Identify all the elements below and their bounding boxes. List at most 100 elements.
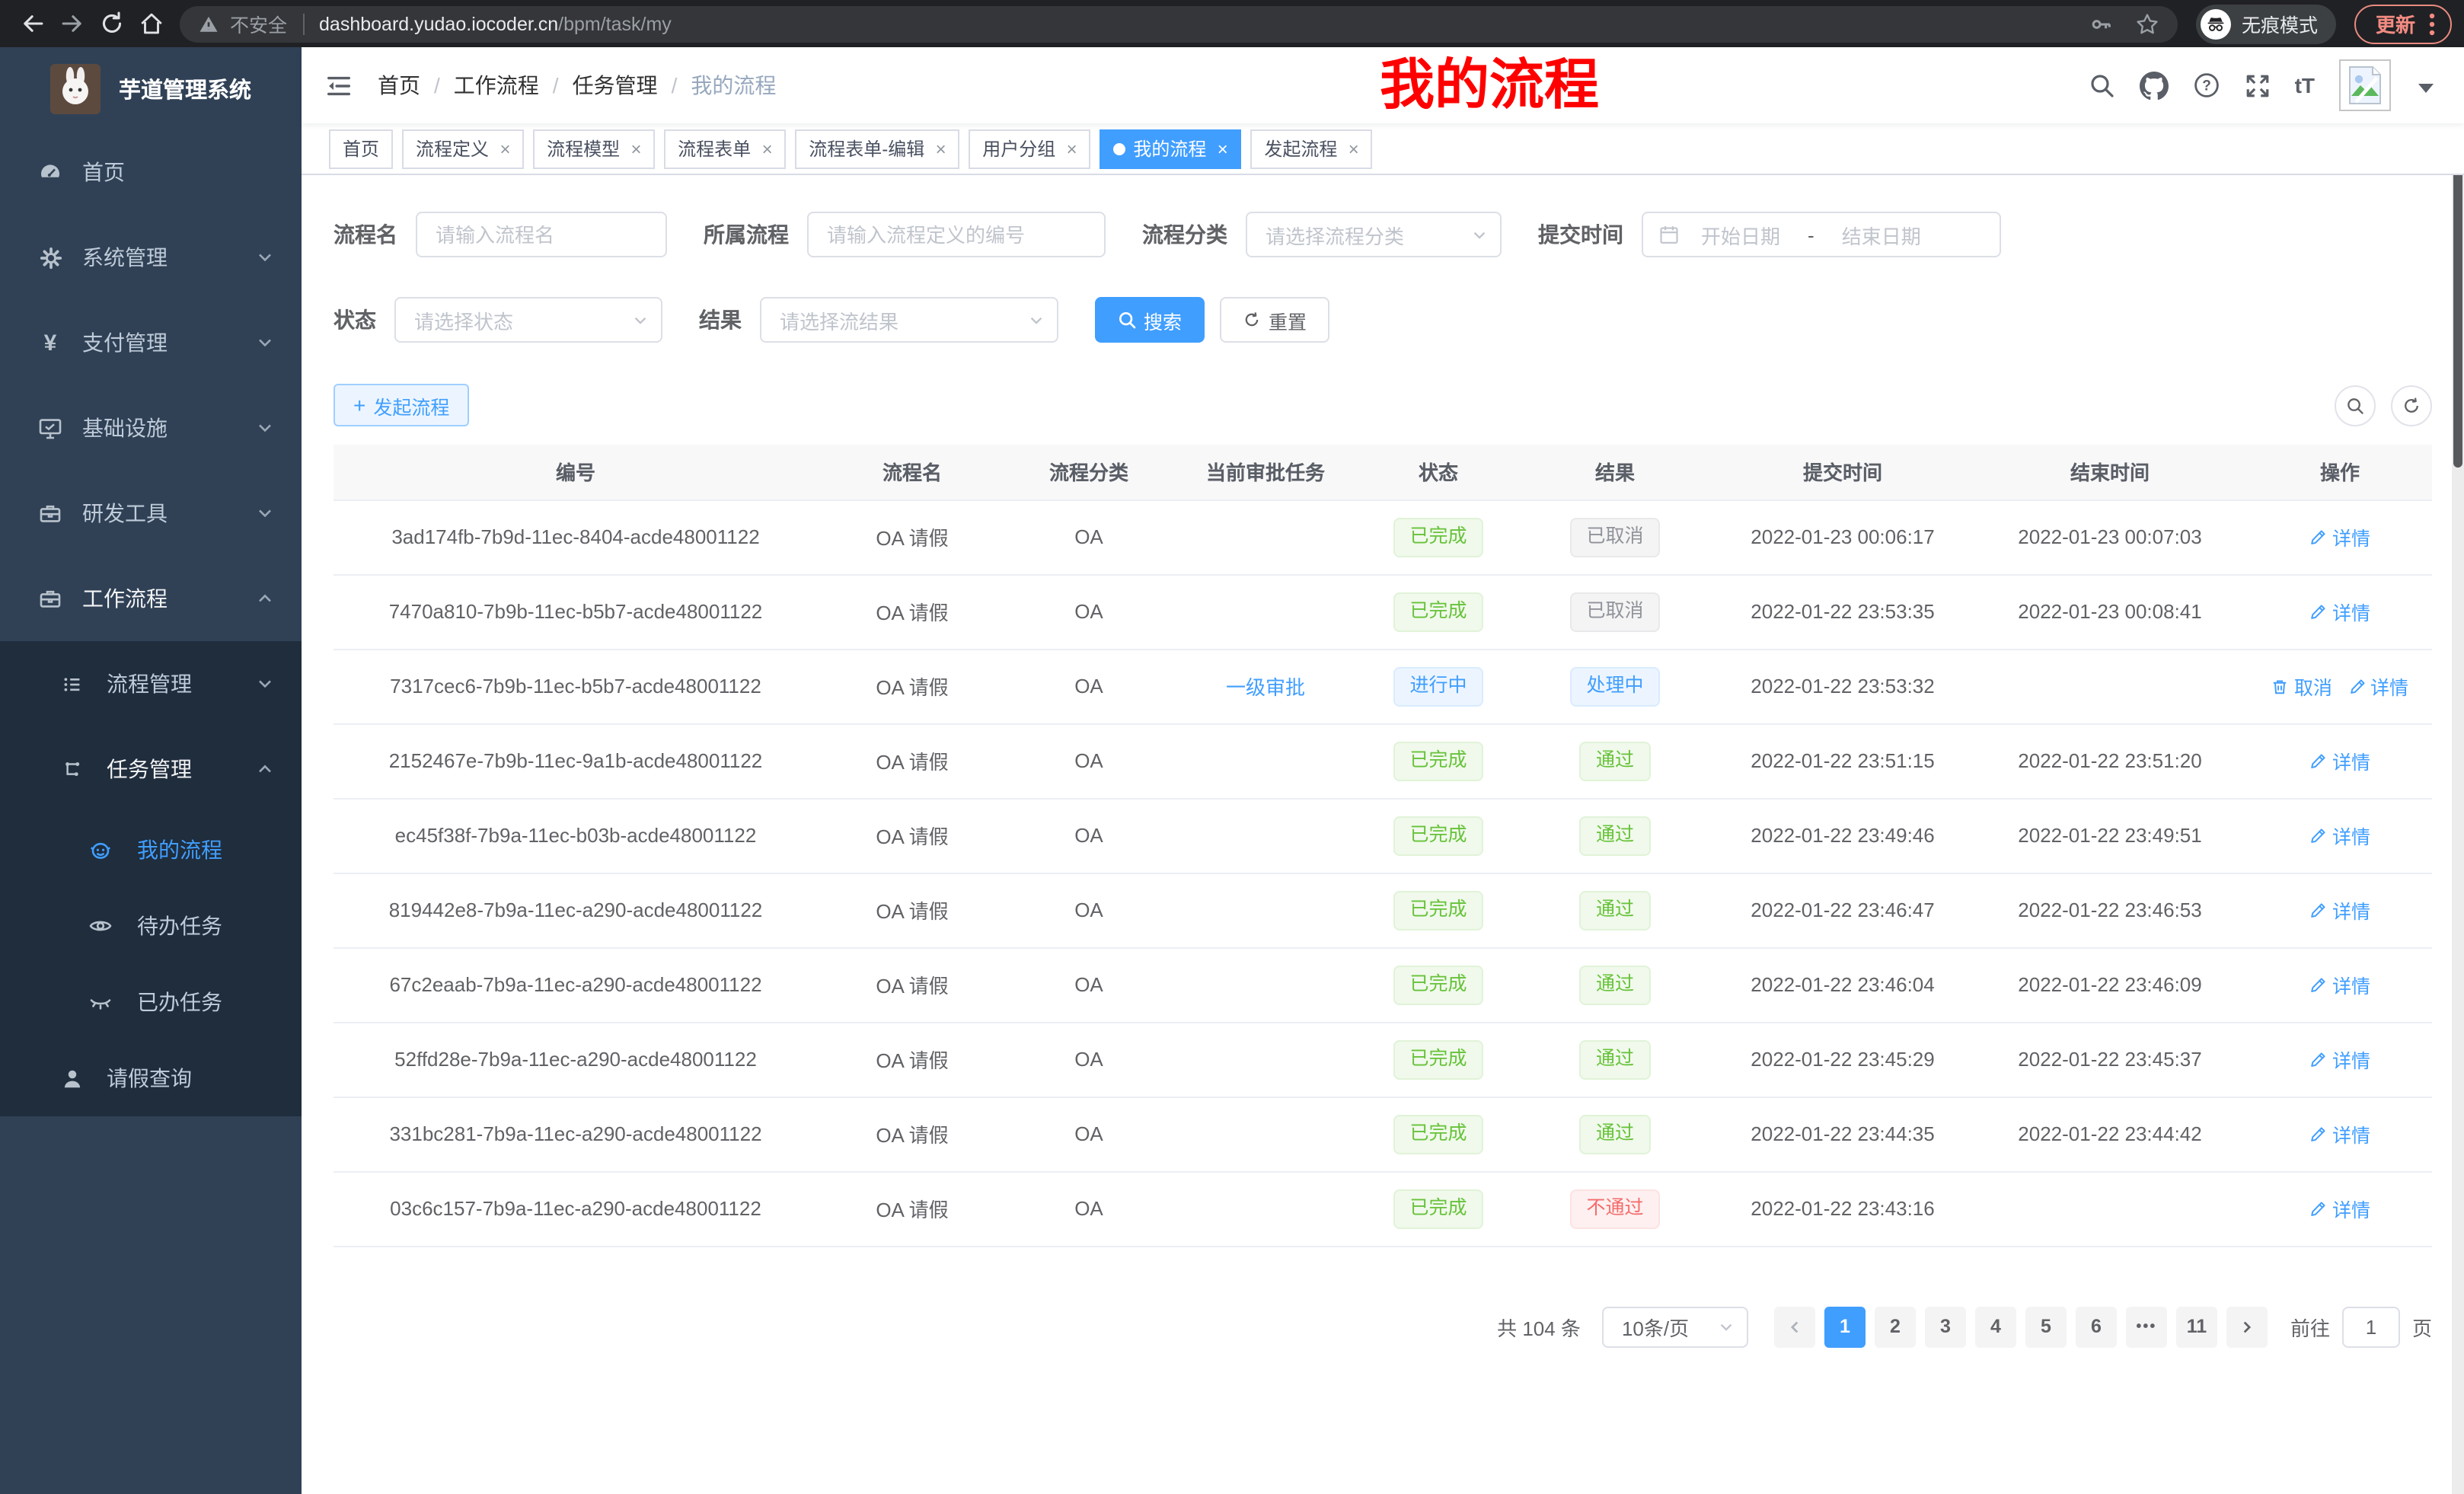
reload-button[interactable] (91, 4, 131, 43)
category-select[interactable]: 请选择流程分类 (1246, 212, 1502, 257)
sidebar-item-home[interactable]: 首页 (0, 129, 302, 215)
github-icon[interactable] (2140, 71, 2169, 100)
sidebar-item-system[interactable]: 系统管理 (0, 215, 302, 300)
tab-close-icon[interactable]: × (500, 139, 510, 158)
active-dot (1113, 142, 1125, 155)
start-date-placeholder[interactable]: 开始日期 (1701, 220, 1780, 249)
browser-toolbar: 不安全 dashboard.yudao.iocoder.cn/bpm/task/… (0, 0, 2464, 47)
process-def-input[interactable] (807, 212, 1106, 257)
back-button[interactable] (12, 4, 52, 43)
current-task-link[interactable]: 一级审批 (1226, 676, 1305, 699)
breadcrumb-home[interactable]: 首页 (378, 70, 420, 101)
end-date-placeholder[interactable]: 结束日期 (1842, 220, 1921, 249)
forward-button[interactable] (52, 4, 91, 43)
detail-link[interactable]: 详情 (2309, 1045, 2370, 1074)
tab-用户分组[interactable]: 用户分组× (969, 129, 1090, 168)
cell-submit-time: 2022-01-22 23:45:29 (1713, 1022, 1972, 1097)
tab-流程定义[interactable]: 流程定义× (402, 129, 524, 168)
detail-link[interactable]: 详情 (2309, 1194, 2370, 1223)
tab-close-icon[interactable]: × (1348, 139, 1358, 158)
url-host: dashboard.yudao.iocoder.cn (319, 13, 558, 34)
tab-发起流程[interactable]: 发起流程× (1250, 129, 1372, 168)
tab-close-icon[interactable]: × (630, 139, 641, 158)
chevron-down-icon (1718, 1318, 1735, 1335)
page-3[interactable]: 3 (1925, 1306, 1966, 1347)
page-4[interactable]: 4 (1975, 1306, 2016, 1347)
detail-link[interactable]: 详情 (2309, 970, 2370, 999)
sidebar-item-workflow[interactable]: 工作流程 (0, 556, 302, 641)
avatar[interactable] (2339, 59, 2391, 111)
key-icon[interactable] (2089, 11, 2114, 36)
status-label: 状态 (334, 305, 376, 335)
status-select[interactable]: 请选择状态 (394, 297, 662, 343)
detail-link[interactable]: 详情 (2309, 522, 2370, 551)
sidebar-item-done-tasks[interactable]: 已办任务 (0, 964, 302, 1040)
result-select[interactable]: 请选择流结果 (760, 297, 1058, 343)
cell-id: 2152467e-7b9b-11ec-9a1b-acde48001122 (334, 723, 818, 798)
font-size-icon[interactable]: tT (2295, 73, 2315, 97)
page-2[interactable]: 2 (1875, 1306, 1916, 1347)
search-button[interactable]: 搜索 (1095, 297, 1205, 343)
refresh-table-button[interactable] (2391, 385, 2432, 426)
breadcrumb-task-mgmt[interactable]: 任务管理 (573, 70, 658, 101)
page-11[interactable]: 11 (2176, 1306, 2217, 1347)
page-1[interactable]: 1 (1824, 1306, 1866, 1347)
detail-link[interactable]: 详情 (2348, 672, 2408, 701)
tab-流程表单-编辑[interactable]: 流程表单-编辑× (795, 129, 959, 168)
sidebar-item-todo-tasks[interactable]: 待办任务 (0, 888, 302, 964)
chevron-down-icon (1471, 226, 1488, 243)
pagination: 共 104 条 10条/页 123456•••11 前往 (334, 1306, 2432, 1347)
help-icon[interactable]: ? (2193, 72, 2220, 99)
start-process-button[interactable]: + 发起流程 (334, 384, 469, 426)
page-ellipsis[interactable]: ••• (2126, 1306, 2167, 1347)
home-button[interactable] (131, 4, 171, 43)
tab-流程模型[interactable]: 流程模型× (533, 129, 655, 168)
chevron-down-icon[interactable] (2418, 84, 2434, 101)
sidebar-item-my-process[interactable]: 我的流程 (0, 812, 302, 888)
sidebar-item-task-mgmt[interactable]: 任务管理 (0, 726, 302, 812)
tab-close-icon[interactable]: × (1217, 139, 1227, 158)
page-6[interactable]: 6 (2076, 1306, 2117, 1347)
page-5[interactable]: 5 (2025, 1306, 2067, 1347)
goto-page-input[interactable] (2342, 1306, 2400, 1347)
reset-button[interactable]: 重置 (1220, 297, 1329, 343)
detail-link[interactable]: 详情 (2309, 746, 2370, 775)
breadcrumb-workflow[interactable]: 工作流程 (454, 70, 539, 101)
cancel-link[interactable]: 取消 (2271, 672, 2332, 701)
bookmark-star-icon[interactable] (2135, 11, 2159, 36)
page-size-value: 10条/页 (1622, 1312, 1718, 1341)
process-name-input[interactable] (416, 212, 667, 257)
cell-result: 通过 (1517, 723, 1713, 798)
next-page-button[interactable] (2226, 1306, 2268, 1347)
tab-流程表单[interactable]: 流程表单× (664, 129, 786, 168)
cell-status: 已完成 (1360, 1097, 1517, 1171)
app-logo-row[interactable]: 芋道管理系统 (0, 47, 302, 129)
sidebar-item-process-mgmt[interactable]: 流程管理 (0, 641, 302, 726)
sidebar-item-devtools[interactable]: 研发工具 (0, 471, 302, 556)
tab-close-icon[interactable]: × (935, 139, 946, 158)
submit-time-range[interactable]: 开始日期 - 结束日期 (1642, 212, 2001, 257)
update-button[interactable]: 更新 (2354, 4, 2452, 43)
cell-id: 67c2eaab-7b9a-11ec-a290-acde48001122 (334, 947, 818, 1022)
tab-我的流程[interactable]: 我的流程× (1100, 129, 1241, 168)
tab-首页[interactable]: 首页 (329, 129, 393, 168)
cell-end-time: 2022-01-22 23:49:51 (1972, 798, 2248, 873)
toggle-search-button[interactable] (2335, 385, 2376, 426)
page-size-select[interactable]: 10条/页 (1602, 1306, 1748, 1347)
cell-process-name: OA 请假 (818, 947, 1007, 1022)
detail-link[interactable]: 详情 (2309, 895, 2370, 924)
sidebar-item-infra[interactable]: 基础设施 (0, 385, 302, 471)
search-icon[interactable] (2088, 72, 2115, 99)
sidebar-item-payment[interactable]: ¥ 支付管理 (0, 300, 302, 385)
tab-close-icon[interactable]: × (1066, 139, 1077, 158)
sidebar-item-leave-query[interactable]: 请假查询 (0, 1040, 302, 1116)
detail-link[interactable]: 详情 (2309, 821, 2370, 850)
detail-link[interactable]: 详情 (2309, 1119, 2370, 1148)
fullscreen-icon[interactable] (2245, 72, 2271, 98)
detail-link[interactable]: 详情 (2309, 597, 2370, 626)
security-badge[interactable]: 不安全 (230, 9, 287, 38)
sidebar-collapse-icon[interactable] (324, 71, 353, 100)
tab-close-icon[interactable]: × (761, 139, 772, 158)
prev-page-button[interactable] (1774, 1306, 1815, 1347)
address-bar[interactable]: 不安全 dashboard.yudao.iocoder.cn/bpm/task/… (180, 5, 2178, 42)
